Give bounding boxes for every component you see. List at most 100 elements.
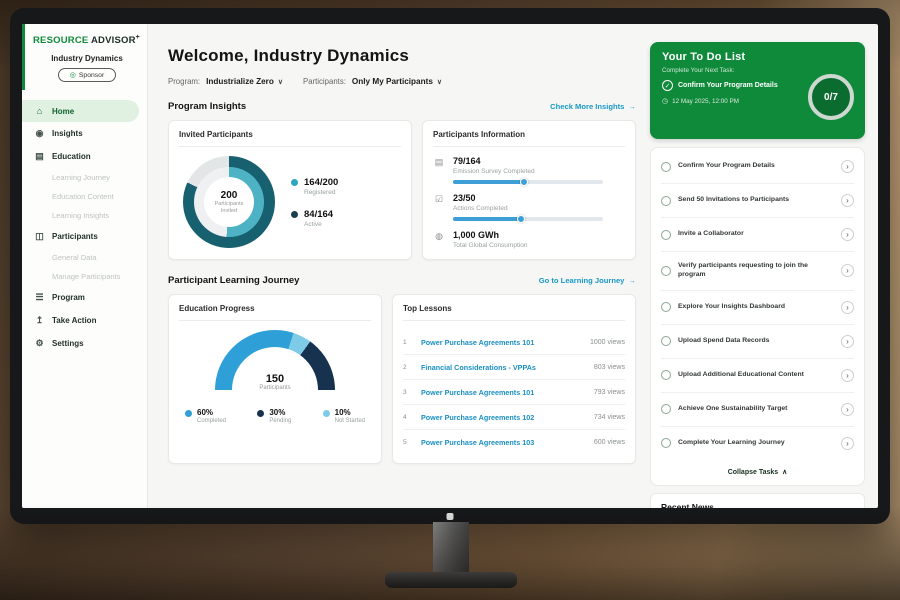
info-label: Actions Completed: [453, 205, 603, 212]
top-lessons-card: Top Lessons 1 Power Purchase Agreements …: [392, 294, 636, 464]
task-chevron-button[interactable]: ›: [841, 228, 854, 241]
todo-task-row[interactable]: Send 50 Invitations to Participants ›: [661, 184, 854, 218]
education-icon: ▤: [34, 151, 45, 162]
sidebar-item-learning-insights[interactable]: Learning Insights: [22, 206, 147, 225]
todo-task-row[interactable]: Complete Your Learning Journey ›: [661, 427, 854, 460]
sidebar-item-label: Insights: [52, 129, 83, 138]
task-chevron-button[interactable]: ›: [841, 437, 854, 450]
lesson-title-link[interactable]: Financial Considerations - VPPAs: [421, 363, 586, 372]
lesson-title-link[interactable]: Power Purchase Agreements 102: [421, 413, 586, 422]
progress-bar-fill: [453, 217, 522, 221]
sidebar-header: RESOURCE ADVISOR+ Industry Dynamics ◎ Sp…: [22, 24, 147, 90]
sidebar-item-settings[interactable]: ⚙ Settings: [22, 332, 147, 355]
participants-filter-select[interactable]: Only My Participants∨: [352, 77, 442, 86]
learning-journey-cards: Education Progress 150 Participants: [168, 294, 636, 464]
donut-legend: 164/200 Registered 84/164 Active: [291, 177, 338, 228]
task-chevron-button[interactable]: ›: [841, 335, 854, 348]
lesson-title-link[interactable]: Power Purchase Agreements 103: [421, 438, 586, 447]
task-checkbox[interactable]: [661, 230, 671, 240]
program-insights-header: Program Insights Check More Insights→: [168, 101, 636, 112]
gauge-legend: 60% Completed 30% Pending: [179, 408, 371, 424]
main-content: Welcome, Industry Dynamics Program: Indu…: [148, 24, 650, 508]
legend-label: Active: [304, 221, 333, 228]
app-logo: RESOURCE ADVISOR+: [33, 34, 141, 46]
task-label: Upload Spend Data Records: [678, 337, 834, 346]
program-filter-value: Industrialize Zero: [206, 77, 274, 86]
task-checkbox[interactable]: [661, 266, 671, 276]
task-checkbox[interactable]: [661, 404, 671, 414]
task-label: Explore Your Insights Dashboard: [678, 303, 834, 312]
legend-value: 84/164: [304, 209, 333, 220]
task-checkbox[interactable]: [661, 438, 671, 448]
lesson-views: 734 views: [594, 414, 625, 421]
next-task-row[interactable]: ✓ Confirm Your Program Details: [662, 80, 802, 91]
sidebar-item-education-content[interactable]: Education Content: [22, 187, 147, 206]
todo-task-row[interactable]: Upload Spend Data Records ›: [661, 325, 854, 359]
task-chevron-button[interactable]: ›: [841, 369, 854, 382]
brand-secondary: ADVISOR+: [91, 35, 140, 46]
todo-task-row[interactable]: Achieve One Sustainability Target ›: [661, 393, 854, 427]
participants-filter-value: Only My Participants: [352, 77, 433, 86]
brand-secondary-text: ADVISOR: [91, 35, 136, 46]
sidebar-item-take-action[interactable]: ↥ Take Action: [22, 309, 147, 332]
task-chevron-button[interactable]: ›: [841, 301, 854, 314]
filter-bar: Program: Industrialize Zero∨ Participant…: [168, 77, 636, 86]
legend-label: Not Started: [335, 418, 365, 424]
todo-task-row[interactable]: Verify participants requesting to join t…: [661, 252, 854, 291]
link-label: Check More Insights: [550, 102, 624, 111]
todo-task-row[interactable]: Explore Your Insights Dashboard ›: [661, 291, 854, 325]
legend-item-registered: 164/200 Registered: [291, 177, 338, 196]
donut-center: 200 Participants Invited: [204, 177, 254, 227]
task-chevron-button[interactable]: ›: [841, 194, 854, 207]
sidebar-item-participants[interactable]: ◫ Participants: [22, 225, 147, 248]
settings-gear-icon: ⚙: [34, 338, 45, 349]
participants-information-card: Participants Information ▤ 79/164 Emissi…: [422, 120, 636, 260]
chevron-right-icon: ›: [846, 439, 849, 448]
task-checkbox[interactable]: [661, 196, 671, 206]
task-chevron-button[interactable]: ›: [841, 403, 854, 416]
sidebar-item-learning-journey[interactable]: Learning Journey: [22, 168, 147, 187]
task-checkbox[interactable]: [661, 336, 671, 346]
legend-item-completed: 60% Completed: [185, 408, 226, 424]
todo-task-row[interactable]: Upload Additional Educational Content ›: [661, 359, 854, 393]
learning-journey-header: Participant Learning Journey Go to Learn…: [168, 275, 636, 286]
sponsor-badge[interactable]: ◎ Sponsor: [58, 68, 116, 82]
program-filter-select[interactable]: Industrialize Zero∨: [206, 77, 283, 86]
legend-item-pending: 30% Pending: [257, 408, 291, 424]
go-to-learning-journey-link[interactable]: Go to Learning Journey→: [539, 276, 636, 285]
sidebar-item-general-data[interactable]: General Data: [22, 248, 147, 267]
actions-icon: ☑: [433, 194, 445, 221]
task-chevron-button[interactable]: ›: [841, 160, 854, 173]
lesson-rank: 2: [403, 364, 413, 371]
sidebar-item-insights[interactable]: ◉ Insights: [22, 122, 147, 145]
info-row-global-consumption: ◍ 1,000 GWh Total Global Consumption: [433, 230, 625, 254]
legend-item-active: 84/164 Active: [291, 209, 338, 228]
lesson-title-link[interactable]: Power Purchase Agreements 101: [421, 338, 582, 347]
survey-icon: ▤: [433, 157, 445, 184]
check-more-insights-link[interactable]: Check More Insights →: [550, 102, 636, 111]
task-checkbox[interactable]: [661, 302, 671, 312]
sidebar-item-manage-participants[interactable]: Manage Participants: [22, 267, 147, 286]
sidebar-item-education[interactable]: ▤ Education: [22, 145, 147, 168]
arrow-right-icon: →: [628, 102, 636, 111]
lesson-rank: 4: [403, 414, 413, 421]
lesson-rank: 5: [403, 439, 413, 446]
todo-task-row[interactable]: Confirm Your Program Details ›: [661, 150, 854, 184]
legend-label: Pending: [269, 418, 291, 424]
gauge-center: 150 Participants: [215, 373, 335, 390]
participants-filter-label: Participants:: [303, 77, 346, 86]
task-checkbox[interactable]: [661, 370, 671, 380]
task-label: Upload Additional Educational Content: [678, 371, 834, 380]
legend-dot-not-started: [323, 410, 330, 417]
lesson-rank: 3: [403, 389, 413, 396]
task-checkbox[interactable]: [661, 162, 671, 172]
task-chevron-button[interactable]: ›: [841, 264, 854, 277]
lesson-row: 1 Power Purchase Agreements 101 1000 vie…: [403, 330, 625, 355]
lesson-title-link[interactable]: Power Purchase Agreements 101: [421, 388, 586, 397]
collapse-tasks-button[interactable]: Collapse Tasks∧: [661, 460, 854, 483]
sidebar-item-home[interactable]: ⌂ Home: [22, 100, 139, 122]
todo-task-row[interactable]: Invite a Collaborator ›: [661, 218, 854, 252]
sidebar-item-program[interactable]: ☰ Program: [22, 286, 147, 309]
gauge-center-label: Participants: [215, 385, 335, 390]
dashboard-screen: RESOURCE ADVISOR+ Industry Dynamics ◎ Sp…: [22, 24, 878, 508]
